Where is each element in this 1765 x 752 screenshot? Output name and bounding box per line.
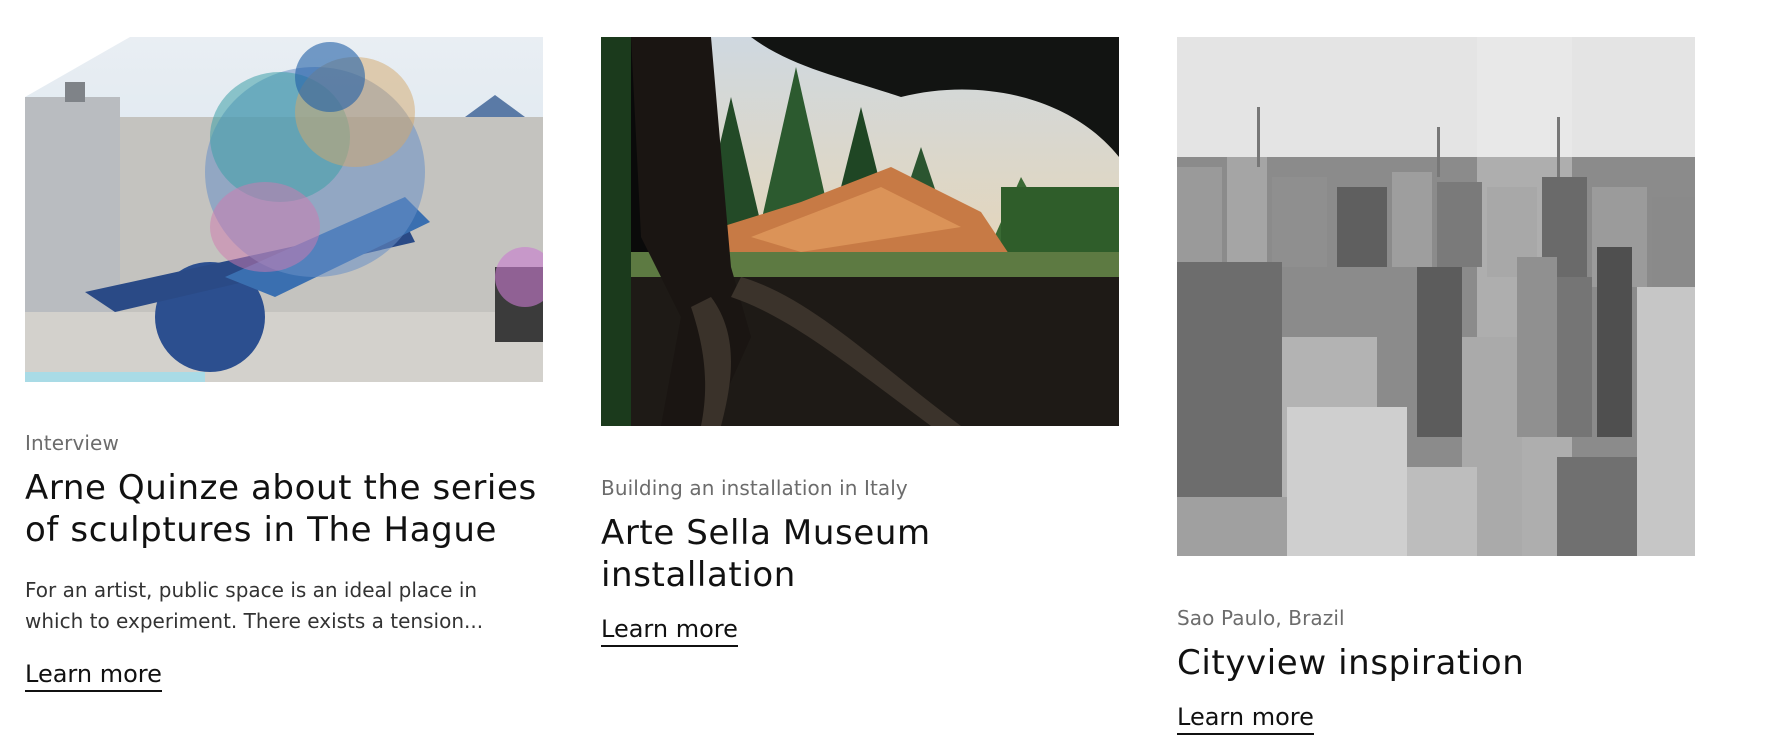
article-card-arne-quinze: Interview Arne Quinze about the series o… xyxy=(25,37,543,692)
learn-more-link[interactable]: Learn more xyxy=(601,614,738,647)
forest-installation-photo[interactable] xyxy=(601,37,1119,426)
article-category: Building an installation in Italy xyxy=(601,476,908,500)
forest-image xyxy=(601,37,1119,426)
article-title[interactable]: Arne Quinze about the series of sculptur… xyxy=(25,467,543,551)
article-excerpt: For an artist, public space is an ideal … xyxy=(25,578,484,633)
article-title[interactable]: Cityview inspiration xyxy=(1177,642,1695,684)
article-card-cityview: Sao Paulo, Brazil Cityview inspiration L… xyxy=(1177,37,1695,735)
article-category: Interview xyxy=(25,431,119,455)
city-image xyxy=(1177,37,1695,556)
learn-more-link[interactable]: Learn more xyxy=(25,659,162,692)
article-card-arte-sella: Building an installation in Italy Arte S… xyxy=(601,37,1119,647)
article-category: Sao Paulo, Brazil xyxy=(1177,606,1345,630)
sculpture-image xyxy=(25,37,543,382)
sculpture-photo[interactable] xyxy=(25,37,543,382)
learn-more-link[interactable]: Learn more xyxy=(1177,702,1314,735)
article-title[interactable]: Arte Sella Museum installation xyxy=(601,512,1119,596)
city-skyline-photo[interactable] xyxy=(1177,37,1695,556)
